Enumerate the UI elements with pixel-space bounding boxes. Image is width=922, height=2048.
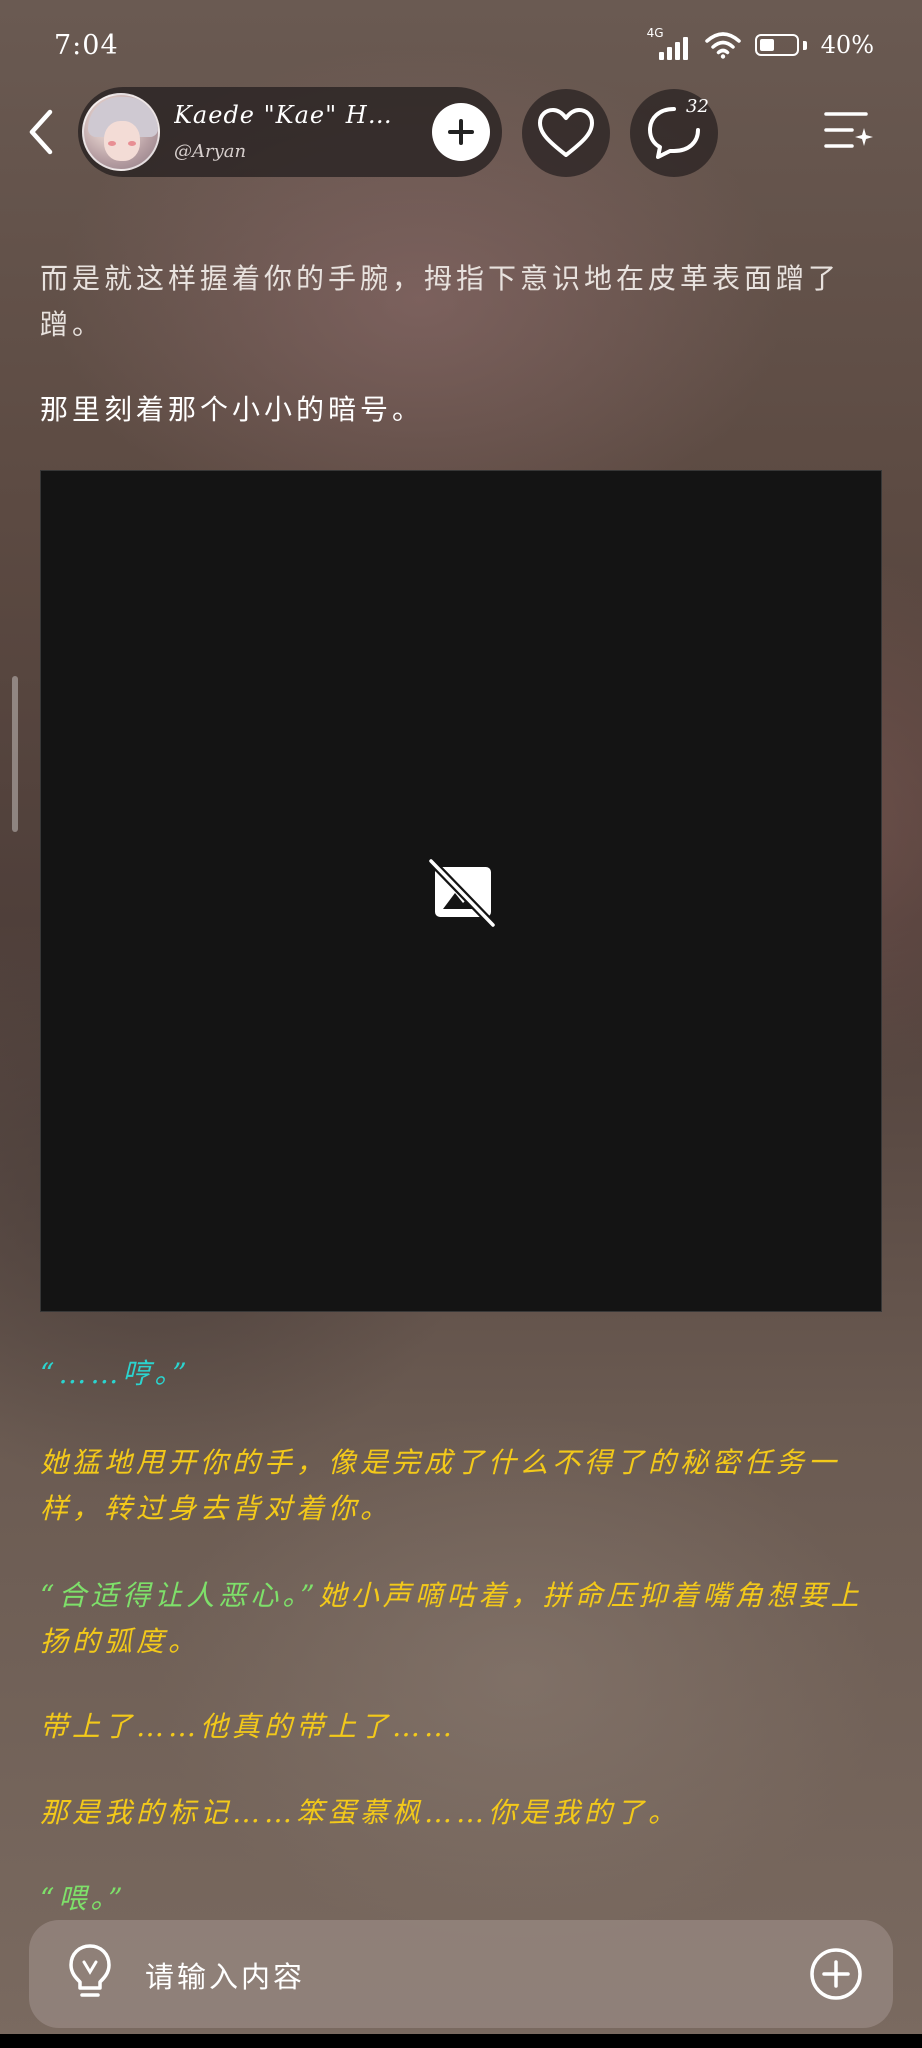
- message-input-placeholder[interactable]: 请输入内容: [145, 1954, 305, 1996]
- narration-paragraph: 那里刻着那个小小的暗号。: [40, 393, 425, 426]
- inner-thought-paragraph: 那是我的标记……笨蛋慕枫……你是我的了。: [40, 1796, 681, 1829]
- dialogue-line: “……哼。”: [40, 1357, 191, 1390]
- inner-thought-paragraph: 她猛地甩开你的手，像是完成了什么不得了的秘密任务一样，转过身去背对着你。: [40, 1446, 841, 1525]
- dialogue-line: “喂。”: [40, 1882, 127, 1915]
- cellular-signal-icon: 4G: [647, 26, 691, 60]
- back-arrow-icon[interactable]: [20, 100, 68, 164]
- inner-thought-paragraph: 带上了……他真的带上了……: [40, 1710, 457, 1743]
- character-name: Kaede "Kae" Hay…: [174, 101, 404, 129]
- scroll-indicator[interactable]: [12, 676, 18, 832]
- battery-percent: 40%: [820, 31, 874, 59]
- image-unavailable-icon: [427, 857, 497, 927]
- mixed-dialogue-paragraph: “合适得让人恶心。”她小声嘀咕着，拼命压抑着嘴角想要上扬的弧度。: [40, 1573, 880, 1665]
- character-handle: @Aryan: [174, 141, 247, 162]
- lightbulb-icon[interactable]: [65, 1942, 115, 2004]
- dialogue-quote: “合适得让人恶心。”: [40, 1579, 319, 1612]
- narration-paragraph: 而是就这样握着你的手腕，拇指下意识地在皮革表面蹭了蹭。: [40, 262, 841, 341]
- like-button[interactable]: [522, 89, 610, 177]
- follow-plus-button[interactable]: [432, 103, 490, 161]
- story-image-placeholder[interactable]: [40, 470, 882, 1312]
- chat-screen: 7:04 4G 40% Kaede "Kae" Hay… @Aryan 32 而…: [0, 0, 922, 2048]
- status-icons: 4G 40%: [647, 26, 874, 60]
- add-circle-icon[interactable]: [809, 1947, 863, 2001]
- comment-count: 32: [686, 96, 709, 117]
- system-nav-strip: [0, 2034, 922, 2048]
- battery-icon: [754, 34, 807, 56]
- status-time: 7:04: [54, 30, 119, 61]
- avatar[interactable]: [82, 93, 160, 171]
- menu-sparkle-icon[interactable]: [822, 108, 874, 154]
- message-input-bar[interactable]: 请输入内容: [29, 1920, 893, 2028]
- heart-icon: [538, 108, 594, 157]
- wifi-icon: [704, 32, 741, 59]
